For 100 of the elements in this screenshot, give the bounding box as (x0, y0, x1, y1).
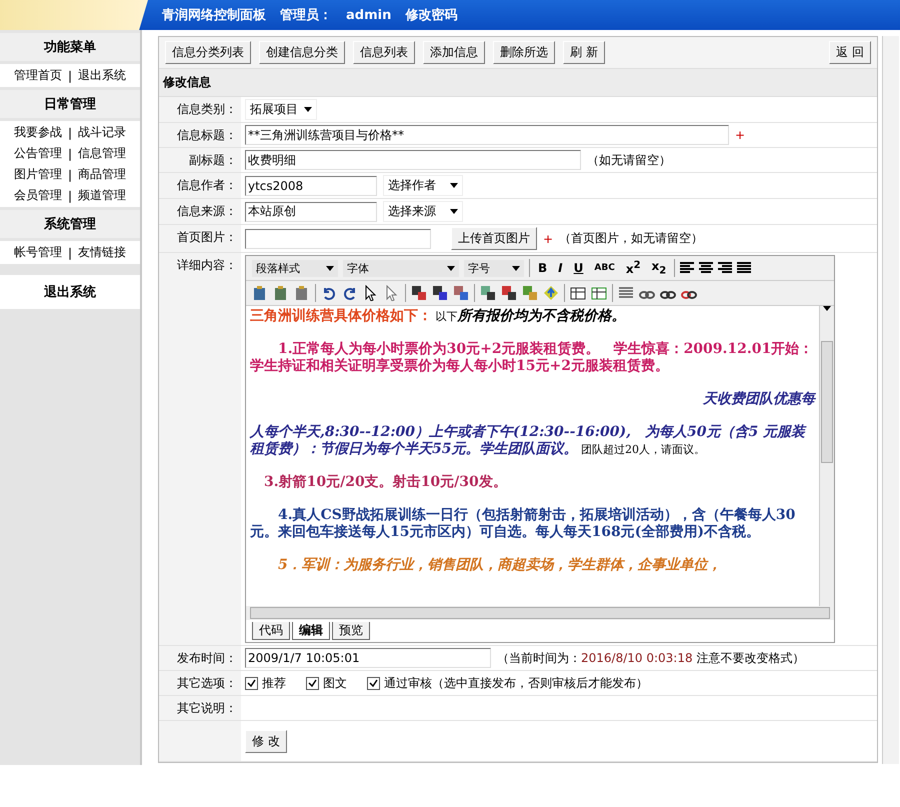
caret-icon (304, 107, 312, 112)
publish-time-input[interactable]: 2009/1/7 10:05:01 (245, 648, 491, 668)
editor-mode-tab[interactable]: 编辑 (292, 622, 330, 640)
format-button[interactable]: I (555, 261, 566, 275)
editor-mode-tab[interactable]: 预览 (332, 622, 370, 640)
undo-icon[interactable] (321, 285, 337, 301)
caret-icon (450, 209, 458, 214)
format-button[interactable]: U (570, 261, 586, 275)
option-checkbox[interactable]: 推荐 (245, 674, 286, 692)
panel-title: 青润网络控制面板 (162, 6, 266, 24)
admin-name: admin (346, 8, 392, 22)
format-button[interactable]: x$_{2}$ (648, 259, 670, 277)
back-button[interactable]: 返 回 (829, 41, 871, 64)
align-icon[interactable] (699, 262, 714, 274)
cursor-icon[interactable] (363, 285, 379, 301)
sidebar-link[interactable]: 频道管理 (78, 187, 126, 204)
checkmark-icon (247, 678, 256, 688)
category-select[interactable]: 拓展项目 (245, 99, 317, 120)
clipboard-icon[interactable] (252, 285, 268, 301)
sidebar-link[interactable]: 管理首页 (14, 67, 62, 84)
diamond-icon[interactable] (543, 285, 559, 301)
clipboard-icon[interactable] (273, 285, 289, 301)
separator-text: | (68, 168, 72, 182)
sidebar-section-title: 功能菜单 (0, 33, 140, 61)
paragraph-style-select[interactable]: 段落样式 (252, 260, 338, 276)
checkbox[interactable] (245, 676, 258, 690)
submit-button[interactable]: 修 改 (245, 730, 287, 752)
sidebar-link[interactable]: 会员管理 (14, 187, 62, 204)
table-icon[interactable] (570, 285, 586, 301)
caret-icon (823, 306, 831, 311)
checkbox[interactable] (367, 676, 380, 690)
format-button[interactable]: x$^{2}$ (622, 260, 644, 276)
separator-text: | (68, 246, 72, 260)
toolbar-button[interactable]: 删除所选 (493, 41, 555, 64)
field-label: 副标题： (159, 148, 241, 172)
toolbar-button[interactable]: 信息分类列表 (165, 41, 251, 64)
hint-text: （当前时间为：2016/8/10 0:03:18 注意不要改变格式） (497, 650, 804, 666)
field-label: 详细内容： (159, 253, 241, 645)
page-scrollbar[interactable] (882, 36, 899, 764)
source-select[interactable]: 选择来源 (383, 201, 463, 222)
toolbar-button[interactable]: 信息列表 (353, 41, 415, 64)
align-icon[interactable] (680, 262, 694, 274)
caret-icon (326, 266, 334, 270)
field-label: 其它选项： (159, 671, 241, 695)
caret-icon (447, 266, 455, 270)
checkmark-icon (308, 678, 317, 688)
align-icon[interactable] (737, 262, 752, 274)
horizontal-rule-icon[interactable] (618, 285, 634, 301)
field-label: 信息来源： (159, 199, 241, 224)
sidebar-section-title: 系统管理 (0, 210, 140, 238)
checkmark-icon (369, 678, 378, 688)
sidebar-link[interactable]: 商品管理 (78, 166, 126, 183)
format-button[interactable]: ABC (591, 263, 618, 273)
editor-mode-tab[interactable]: 代码 (252, 622, 290, 640)
source-input[interactable]: 本站原创 (245, 202, 377, 222)
format-button[interactable]: B (535, 261, 550, 275)
redo-icon[interactable] (342, 285, 358, 301)
field-label: 首页图片： (159, 225, 241, 252)
field-label: 其它说明： (159, 696, 241, 720)
toolbar-button[interactable]: 添加信息 (423, 41, 485, 64)
option-checkbox[interactable]: 图文 (306, 674, 347, 692)
sidebar-link[interactable]: 战斗记录 (78, 124, 126, 141)
separator-text: | (68, 146, 72, 160)
field-label: 信息作者： (159, 173, 241, 198)
font-size-select[interactable]: 字号 (464, 260, 524, 276)
checkbox[interactable] (306, 676, 319, 690)
caret-icon (450, 183, 458, 188)
align-icon[interactable] (718, 262, 732, 274)
sidebar-link[interactable]: 公告管理 (14, 145, 62, 162)
sidebar-link[interactable]: 我要参战 (14, 124, 62, 141)
sidebar-link[interactable]: 友情链接 (78, 244, 126, 261)
option-checkbox[interactable]: 通过审核（选中直接发布，否则审核后才能发布） (367, 674, 648, 692)
title-input[interactable]: **三角洲训练营项目与价格** (245, 125, 729, 145)
subtitle-input[interactable]: 收费明细 (245, 150, 581, 170)
hint-text: （首页图片，如无请留空） (559, 230, 704, 247)
field-label: 信息类别： (159, 97, 241, 122)
sidebar-link[interactable]: 信息管理 (78, 145, 126, 162)
sidebar-link[interactable]: 退出系统 (78, 67, 126, 84)
separator-text: | (68, 126, 72, 140)
upload-button[interactable]: 上传首页图片 (451, 227, 537, 250)
font-select[interactable]: 字体 (343, 260, 459, 276)
change-password-link[interactable]: 修改密码 (405, 6, 458, 24)
required-mark: + (543, 232, 554, 246)
sidebar-link[interactable]: 图片管理 (14, 166, 62, 183)
logout-link[interactable]: 退出系统 (0, 275, 140, 309)
author-input[interactable]: ytcs2008 (245, 176, 377, 196)
hint-text: （如无请留空） (587, 152, 671, 168)
toolbar-button[interactable]: 刷 新 (563, 41, 605, 64)
toolbar-button[interactable]: 创建信息分类 (259, 41, 345, 64)
vertical-scrollbar[interactable] (819, 306, 834, 606)
clipboard-icon[interactable] (294, 285, 310, 301)
spreadsheet-icon[interactable] (591, 285, 607, 301)
image-path-input[interactable] (245, 228, 431, 248)
required-mark: + (735, 128, 746, 142)
section-title: 修改信息 (159, 68, 877, 97)
author-select[interactable]: 选择作者 (383, 175, 463, 196)
sidebar-link[interactable]: 帐号管理 (14, 244, 62, 261)
separator-text: | (68, 68, 72, 82)
caret-icon (512, 266, 520, 270)
rich-text-editor[interactable] (245, 255, 835, 643)
